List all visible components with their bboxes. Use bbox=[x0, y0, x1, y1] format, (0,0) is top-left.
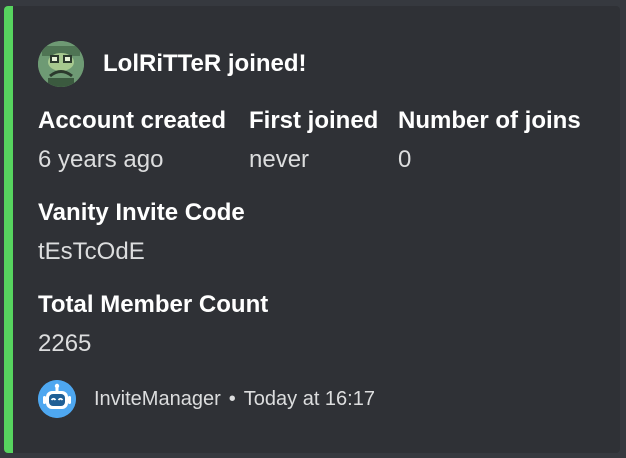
field-value: 2265 bbox=[38, 330, 92, 357]
field-value: 6 years ago bbox=[38, 146, 164, 173]
field-name: Total Member Count bbox=[38, 291, 269, 318]
embed-footer: InviteManager • Today at 16:17 bbox=[38, 380, 375, 418]
field-value: tEsTcOdE bbox=[38, 238, 145, 265]
embed-accent-bar bbox=[4, 6, 13, 453]
field-value: 0 bbox=[398, 146, 412, 173]
field-account-created: Account created 6 years ago bbox=[38, 106, 226, 175]
footer-separator: • bbox=[228, 387, 236, 410]
field-name: Vanity Invite Code bbox=[38, 199, 245, 226]
robot-icon bbox=[38, 380, 76, 418]
green-character-avatar-icon[interactable] bbox=[38, 41, 84, 87]
field-vanity-invite-code: Vanity Invite Code tEsTcOdE bbox=[38, 198, 245, 267]
field-number-of-joins: Number of joins 0 bbox=[398, 106, 581, 175]
field-name: First joined bbox=[249, 107, 379, 134]
invite-embed: LolRiTTeR joined! Account created 6 year… bbox=[4, 6, 620, 453]
embed-author: LolRiTTeR joined! bbox=[38, 41, 307, 87]
embed-author-name[interactable]: LolRiTTeR joined! bbox=[103, 50, 307, 78]
field-name: Account created bbox=[38, 107, 227, 134]
field-name: Number of joins bbox=[398, 107, 581, 134]
footer-bot-name: InviteManager bbox=[94, 387, 221, 410]
field-first-joined: First joined never bbox=[249, 106, 378, 175]
field-value: never bbox=[249, 146, 310, 173]
footer-timestamp: Today at 16:17 bbox=[243, 387, 375, 410]
field-total-member-count: Total Member Count 2265 bbox=[38, 290, 268, 359]
